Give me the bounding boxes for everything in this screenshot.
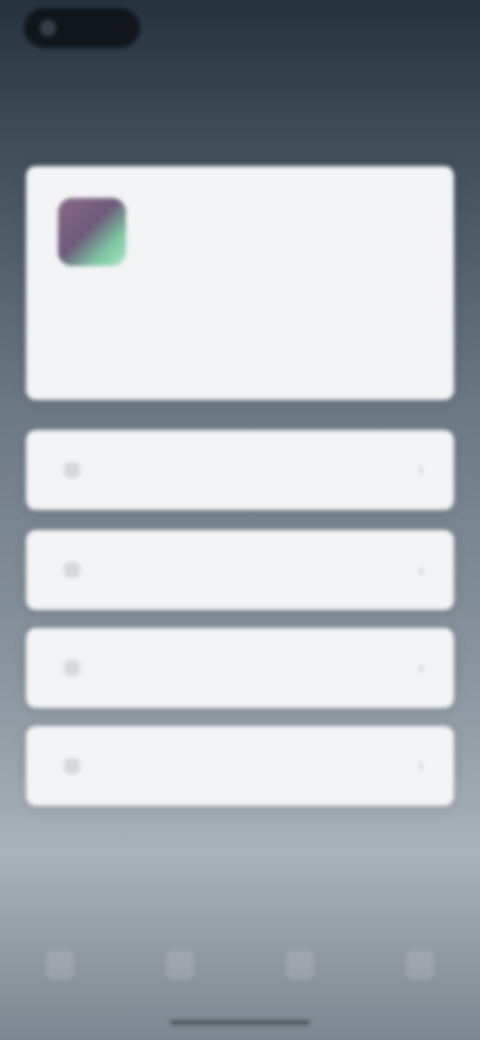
chevron-right-icon: › xyxy=(418,657,424,678)
row-2-icon xyxy=(64,562,80,578)
settings-row-2[interactable]: › xyxy=(26,530,454,610)
nav-item-icon[interactable] xyxy=(46,951,74,979)
blurred-settings-screen: › › › › xyxy=(0,0,480,1040)
app-icon xyxy=(58,198,126,266)
row-1-icon xyxy=(64,462,80,478)
settings-row-3[interactable]: › xyxy=(26,628,454,708)
nav-item-icon[interactable] xyxy=(286,951,314,979)
status-dot-icon xyxy=(40,20,56,36)
chevron-right-icon: › xyxy=(418,459,424,480)
chevron-right-icon: › xyxy=(418,755,424,776)
app-info-card[interactable] xyxy=(26,166,454,400)
chevron-right-icon: › xyxy=(418,559,424,580)
settings-row-1[interactable]: › xyxy=(26,430,454,510)
settings-row-4[interactable]: › xyxy=(26,726,454,806)
home-indicator[interactable] xyxy=(170,1020,310,1025)
status-bar-pill xyxy=(24,8,140,48)
nav-item-icon[interactable] xyxy=(406,951,434,979)
row-4-icon xyxy=(64,758,80,774)
row-3-icon xyxy=(64,660,80,676)
nav-item-icon[interactable] xyxy=(166,951,194,979)
bottom-nav-bar xyxy=(0,930,480,1000)
